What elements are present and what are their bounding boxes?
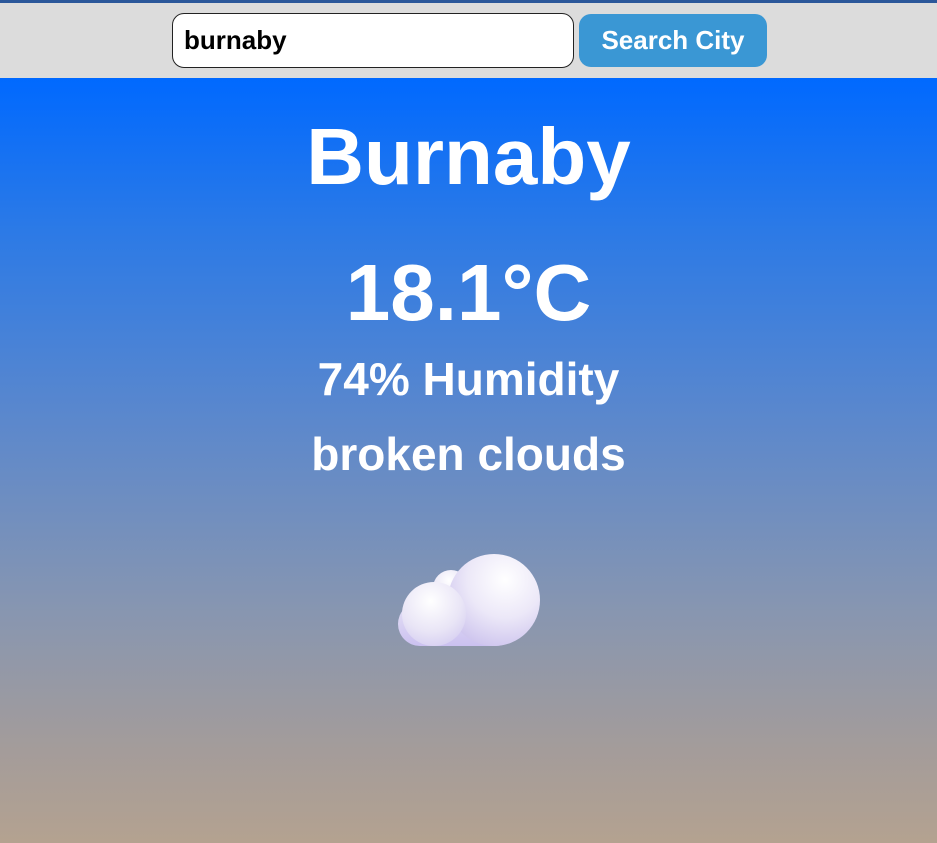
- humidity: 74% Humidity: [317, 353, 620, 405]
- search-city-button[interactable]: Search City: [579, 14, 767, 67]
- temperature: 18.1°C: [345, 248, 592, 337]
- city-name: Burnaby: [306, 112, 631, 201]
- weather-description: broken clouds: [311, 428, 626, 480]
- cloud-icon: [398, 554, 540, 646]
- city-search-input[interactable]: [172, 13, 574, 68]
- search-bar: Search City: [0, 3, 937, 78]
